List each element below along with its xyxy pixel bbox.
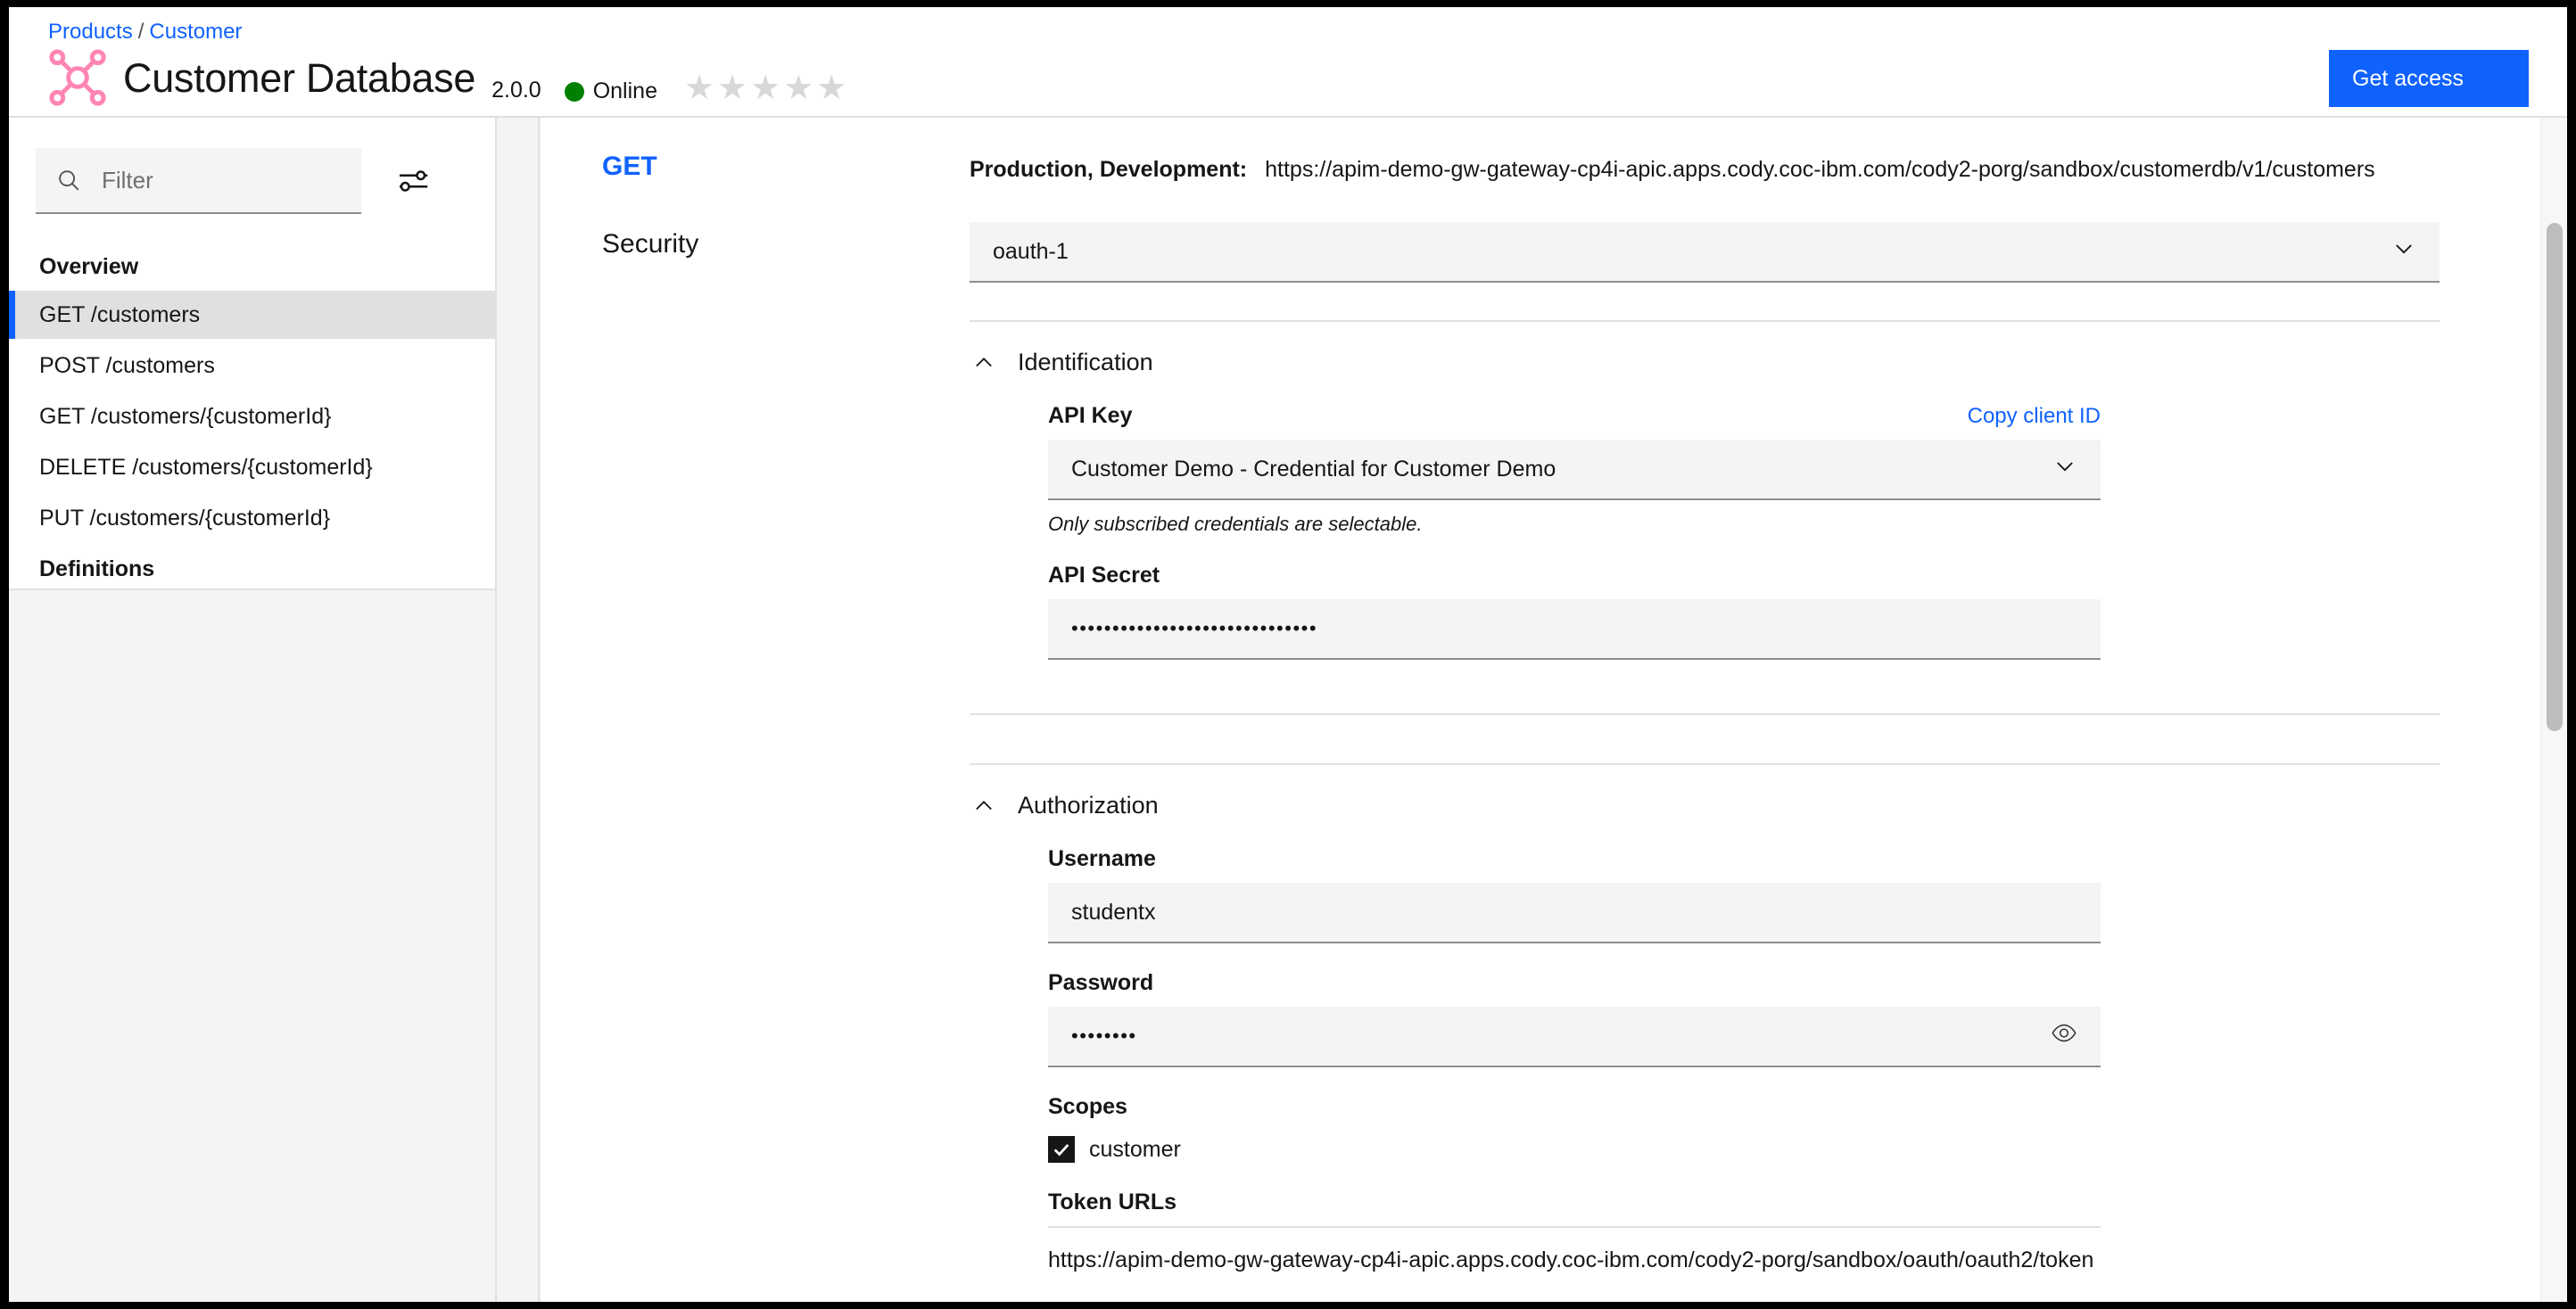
tab-security[interactable]: Security	[602, 229, 896, 259]
star-icon-3[interactable]: ★	[750, 71, 780, 105]
sidebar-item-get-customers[interactable]: GET /customers	[9, 291, 495, 339]
layout-gutter	[495, 118, 540, 1302]
password-label: Password	[1048, 970, 2101, 996]
star-icon-2[interactable]: ★	[717, 71, 747, 105]
sidebar-item-overview[interactable]: Overview	[9, 243, 495, 291]
api-secret-label: API Secret	[1048, 563, 2101, 589]
operation-nav: GET Security	[602, 152, 896, 307]
chevron-up-icon[interactable]	[970, 350, 998, 375]
username-label: Username	[1048, 846, 2101, 872]
network-hub-icon	[48, 48, 107, 107]
main-content: GET Security Production, Development: ht…	[541, 118, 2567, 1302]
password-value: ••••••••	[1071, 1025, 1137, 1048]
product-title-row: Customer Database 2.0.0 Online ★ ★ ★ ★ ★	[48, 48, 846, 107]
page-title: Customer Database	[123, 58, 475, 98]
scopes-label: Scopes	[1048, 1094, 2101, 1120]
api-key-value: Customer Demo - Credential for Customer …	[1071, 457, 1556, 482]
section-divider	[970, 713, 2440, 715]
password-field[interactable]: ••••••••	[1048, 1007, 2101, 1067]
search-icon	[55, 167, 82, 193]
filter-row	[36, 148, 473, 214]
copy-client-id-link[interactable]: Copy client ID	[1968, 404, 2101, 429]
breadcrumb-item-products[interactable]: Products	[48, 20, 133, 44]
sidebar-item-put-customer-by-id[interactable]: PUT /customers/{customerId}	[9, 494, 495, 542]
security-scheme-select[interactable]: oauth-1	[970, 222, 2440, 283]
token-urls-value: https://apim-demo-gw-gateway-cp4i-apic.a…	[1048, 1247, 2101, 1273]
sidebar-item-definitions[interactable]: Definitions	[9, 545, 495, 593]
api-key-label-row: API Key Copy client ID	[1048, 403, 2101, 429]
app-window: Products/Customer Customer Database 2.0.…	[9, 7, 2567, 1302]
page-header: Products/Customer Customer Database 2.0.…	[9, 7, 2567, 118]
api-key-select[interactable]: Customer Demo - Credential for Customer …	[1048, 440, 2101, 500]
search-input[interactable]	[102, 167, 400, 194]
breadcrumb-item-customer[interactable]: Customer	[149, 20, 242, 44]
section-divider	[970, 763, 2440, 765]
status-dot-icon	[565, 82, 584, 102]
identification-section-header[interactable]: Identification	[970, 349, 2505, 376]
endpoint-row: Production, Development: https://apim-de…	[970, 118, 2505, 183]
username-value: studentx	[1071, 900, 1156, 926]
endpoint-label: Production, Development:	[970, 157, 1247, 183]
scrollbar-thumb[interactable]	[2547, 223, 2563, 731]
scopes-block: Scopes customer	[1048, 1094, 2101, 1163]
password-block: Password ••••••••	[1048, 970, 2101, 1067]
filter-field[interactable]	[36, 148, 361, 214]
status-label: Online	[593, 78, 657, 104]
endpoint-url: https://apim-demo-gw-gateway-cp4i-apic.a…	[1265, 157, 2375, 183]
breadcrumb-separator: /	[138, 20, 144, 44]
security-scheme-value: oauth-1	[993, 239, 1069, 265]
chevron-down-icon	[2391, 236, 2416, 268]
scope-label-customer: customer	[1089, 1137, 1181, 1163]
checkbox-checked-icon[interactable]	[1048, 1136, 1075, 1163]
security-panel: Production, Development: https://apim-de…	[970, 118, 2505, 1302]
breadcrumb: Products/Customer	[48, 20, 242, 45]
star-icon-1[interactable]: ★	[684, 71, 714, 105]
api-secret-block: API Secret •••••••••••••••••••••••••••••…	[1048, 563, 2101, 660]
chevron-up-icon[interactable]	[970, 794, 998, 819]
username-block: Username studentx	[1048, 846, 2101, 943]
api-key-help-text: Only subscribed credentials are selectab…	[1048, 513, 2101, 536]
sidebar-item-get-customer-by-id[interactable]: GET /customers/{customerId}	[9, 392, 495, 440]
sidebar: Overview GET /customers POST /customers …	[9, 118, 495, 590]
star-icon-4[interactable]: ★	[783, 71, 813, 105]
chevron-down-icon	[2052, 454, 2077, 485]
sidebar-item-post-customers[interactable]: POST /customers	[9, 342, 495, 390]
sidebar-item-delete-customer-by-id[interactable]: DELETE /customers/{customerId}	[9, 443, 495, 491]
token-urls-label: Token URLs	[1048, 1190, 2101, 1228]
star-icon-5[interactable]: ★	[816, 71, 846, 105]
get-access-button[interactable]: Get access	[2329, 50, 2529, 107]
vertical-scrollbar[interactable]	[2540, 118, 2567, 1302]
sidebar-nav: Overview GET /customers POST /customers …	[9, 243, 495, 593]
identification-title: Identification	[1018, 349, 1153, 376]
api-secret-value: ••••••••••••••••••••••••••••••	[1071, 617, 1317, 640]
tab-get[interactable]: GET	[602, 152, 896, 181]
api-key-label: API Key	[1048, 403, 1132, 429]
token-urls-block: Token URLs https://apim-demo-gw-gateway-…	[1048, 1190, 2101, 1273]
username-field[interactable]: studentx	[1048, 883, 2101, 943]
eye-icon[interactable]	[2051, 1020, 2077, 1053]
status-badge: Online	[565, 78, 657, 107]
scope-item-customer[interactable]: customer	[1048, 1136, 2101, 1163]
authorization-title: Authorization	[1018, 792, 1159, 819]
authorization-section-header[interactable]: Authorization	[970, 792, 2505, 819]
api-secret-field[interactable]: ••••••••••••••••••••••••••••••	[1048, 599, 2101, 660]
product-version: 2.0.0	[491, 78, 541, 107]
section-divider	[970, 320, 2440, 322]
rating-stars[interactable]: ★ ★ ★ ★ ★	[684, 71, 846, 107]
api-key-block: API Key Copy client ID Customer Demo - C…	[1048, 403, 2101, 536]
